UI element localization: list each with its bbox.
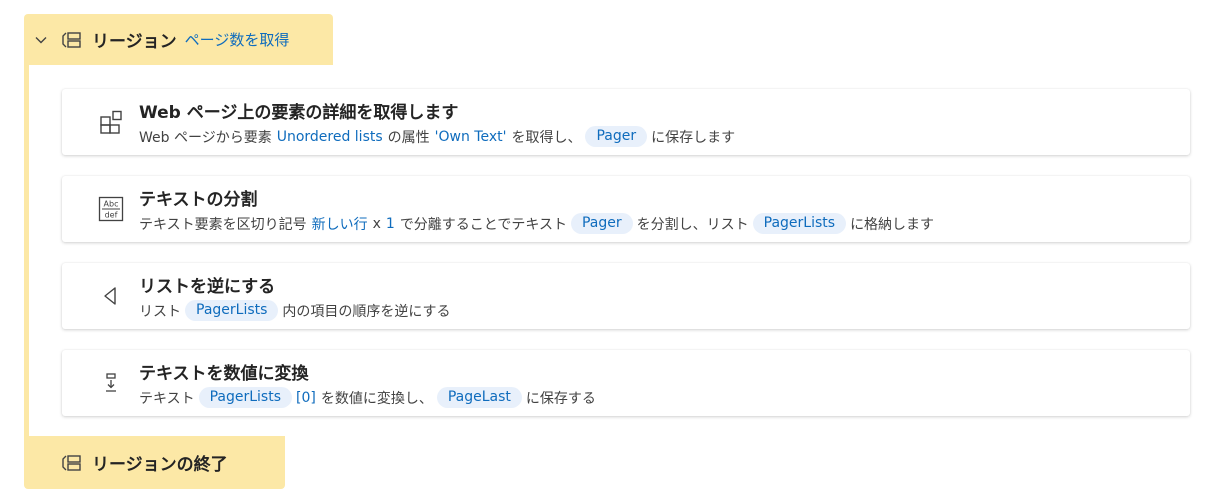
desc-text: に格納します	[850, 216, 935, 233]
desc-text: に保存します	[651, 129, 736, 146]
count-value[interactable]: 1	[386, 216, 395, 232]
action-title: テキストの分割	[139, 190, 258, 210]
icon-text-top: Abc	[104, 200, 119, 209]
region-icon	[60, 30, 82, 50]
desc-text: リスト	[139, 303, 181, 320]
desc-text: テキスト	[139, 390, 195, 407]
action-description: Web ページから要素 Unordered lists の属性 'Own Tex…	[139, 126, 735, 147]
action-text-to-number[interactable]: テキストを数値に変換 テキスト PagerLists [0] を数値に変換し、 …	[62, 350, 1190, 416]
action-description: リスト PagerLists 内の項目の順序を逆にする	[139, 300, 451, 321]
region-bar	[24, 64, 29, 438]
web-element-details-icon	[98, 109, 124, 135]
desc-text: x	[372, 215, 381, 232]
action-description: テキスト要素を区切り記号 新しい行 x 1 で分離することでテキスト Pager…	[139, 213, 934, 234]
desc-text: テキスト要素を区切り記号	[139, 216, 307, 233]
split-text-icon: Abc def	[98, 196, 124, 222]
region-header[interactable]: リージョン ページ数を取得	[24, 14, 333, 65]
variable-pill[interactable]: Pager	[585, 126, 648, 147]
region-name[interactable]: ページ数を取得	[185, 29, 290, 50]
attribute-value[interactable]: 'Own Text'	[435, 129, 507, 145]
action-title: Web ページ上の要素の詳細を取得します	[139, 103, 459, 123]
desc-text: を取得し、	[511, 129, 582, 146]
variable-pill[interactable]: PagerLists	[752, 213, 847, 234]
action-reverse-list[interactable]: リストを逆にする リスト PagerLists 内の項目の順序を逆にする	[62, 263, 1190, 329]
action-split-text[interactable]: Abc def テキストの分割 テキスト要素を区切り記号 新しい行 x 1 で分…	[62, 176, 1190, 242]
action-description: テキスト PagerLists [0] を数値に変換し、 PageLast に保…	[139, 387, 596, 408]
action-get-web-element-details[interactable]: Web ページ上の要素の詳細を取得します Web ページから要素 Unorder…	[62, 89, 1190, 155]
desc-text: Web ページから要素	[139, 129, 272, 146]
action-title: テキストを数値に変換	[139, 364, 309, 384]
desc-text: の属性	[387, 129, 430, 146]
variable-pill[interactable]: PagerLists	[185, 300, 279, 321]
desc-text: を分割し、リスト	[636, 216, 749, 233]
variable-pill[interactable]: PageLast	[436, 387, 522, 408]
chevron-down-icon[interactable]	[32, 31, 50, 49]
region-title: リージョン	[92, 32, 177, 52]
reverse-list-icon	[98, 283, 124, 309]
delimiter-link[interactable]: 新しい行	[312, 214, 368, 234]
desc-text: に保存する	[525, 390, 596, 407]
action-title: リストを逆にする	[139, 277, 276, 297]
icon-text-bottom: def	[105, 211, 118, 220]
desc-text: で分離することでテキスト	[399, 216, 567, 233]
desc-text: を数値に変換し、	[320, 390, 433, 407]
variable-pill[interactable]: Pager	[570, 213, 633, 234]
desc-text: 内の項目の順序を逆にする	[282, 303, 451, 320]
region-end-icon	[60, 453, 82, 473]
index-link[interactable]: [0]	[296, 390, 316, 406]
region-footer[interactable]: リージョンの終了	[24, 436, 285, 489]
variable-pill[interactable]: PagerLists	[198, 387, 293, 408]
region-end-title: リージョンの終了	[92, 455, 228, 475]
element-link[interactable]: Unordered lists	[277, 129, 383, 145]
text-to-number-icon	[98, 370, 124, 396]
